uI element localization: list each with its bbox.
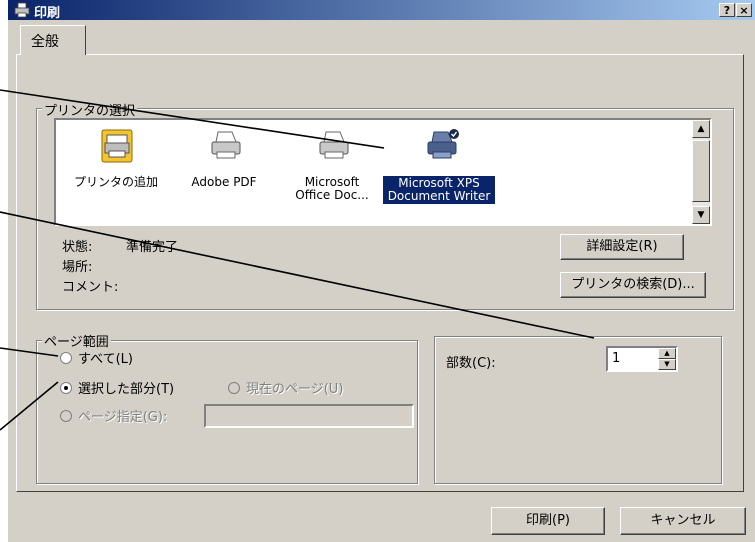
printer-item-adobe-pdf[interactable]: Adobe PDF xyxy=(170,120,278,224)
radio-all-label[interactable]: すべて(L) xyxy=(78,348,133,367)
scroll-down-icon[interactable]: ▼ xyxy=(692,206,710,224)
location-label: 場所: xyxy=(62,260,93,275)
copies-field[interactable]: 1 ▲ ▼ xyxy=(606,346,678,372)
tab-general[interactable]: 全般 xyxy=(20,25,86,55)
radio-selected-dot xyxy=(64,386,68,390)
radio-all[interactable] xyxy=(60,352,72,364)
close-button[interactable]: × xyxy=(736,3,752,17)
radio-pages xyxy=(60,410,72,422)
stepper-down-icon[interactable]: ▼ xyxy=(658,359,676,370)
cancel-button[interactable]: キャンセル xyxy=(620,507,746,535)
find-printer-button[interactable]: プリンタの検索(D)... xyxy=(560,272,706,298)
window-title: 印刷 xyxy=(34,6,61,21)
stepper-up-icon[interactable]: ▲ xyxy=(658,348,676,359)
status-value: 準備完了 xyxy=(126,240,179,255)
printer-label: Microsoft XPS Document Writer xyxy=(383,176,495,204)
printer-list-scrollbar[interactable]: ▲ ▼ xyxy=(692,120,710,224)
copies-stepper[interactable]: ▲ ▼ xyxy=(658,348,676,370)
scroll-up-icon[interactable]: ▲ xyxy=(692,120,710,138)
printer-label: Adobe PDF xyxy=(191,175,257,189)
printer-label: プリンタの追加 xyxy=(73,175,158,189)
radio-pages-label: ページ指定(G): xyxy=(78,410,168,425)
copies-value[interactable]: 1 xyxy=(612,351,620,366)
printer-list[interactable]: プリンタの追加 Adobe PDF Microsoft Office Doc..… xyxy=(54,118,712,226)
copies-label: 部数(C): xyxy=(446,356,496,371)
printer-item-xps[interactable]: Microsoft XPS Document Writer xyxy=(383,120,495,224)
printer-item-office-doc[interactable]: Microsoft Office Doc... xyxy=(278,120,386,224)
radio-selection[interactable] xyxy=(60,382,72,394)
printer-group-legend: プリンタの選択 xyxy=(42,100,138,119)
printer-icon xyxy=(319,131,349,159)
printer-icon xyxy=(211,131,241,159)
add-printer-icon xyxy=(101,129,133,163)
print-dialog: 印刷 ? × 全般 プリンタの選択 プリンタの追加 Adobe PDF Micr… xyxy=(8,0,755,542)
help-button[interactable]: ? xyxy=(719,3,735,17)
status-label: 状態: xyxy=(62,240,93,255)
printer-label: Microsoft Office Doc... xyxy=(295,175,369,202)
radio-current-page xyxy=(228,382,240,394)
scroll-thumb[interactable] xyxy=(692,140,710,202)
radio-selection-label[interactable]: 選択した部分(T) xyxy=(78,378,174,397)
print-button[interactable]: 印刷(P) xyxy=(491,507,605,535)
radio-current-page-label: 現在のページ(U) xyxy=(246,382,344,397)
title-bar[interactable]: 印刷 ? × xyxy=(8,0,755,21)
advanced-settings-button[interactable]: 詳細設定(R) xyxy=(560,234,684,260)
printer-icon xyxy=(14,2,30,18)
pages-input xyxy=(204,404,414,428)
default-printer-icon xyxy=(427,129,459,159)
tab-label: 全般 xyxy=(31,34,59,50)
comment-label: コメント: xyxy=(62,280,119,295)
printer-item-add[interactable]: プリンタの追加 xyxy=(62,120,170,224)
